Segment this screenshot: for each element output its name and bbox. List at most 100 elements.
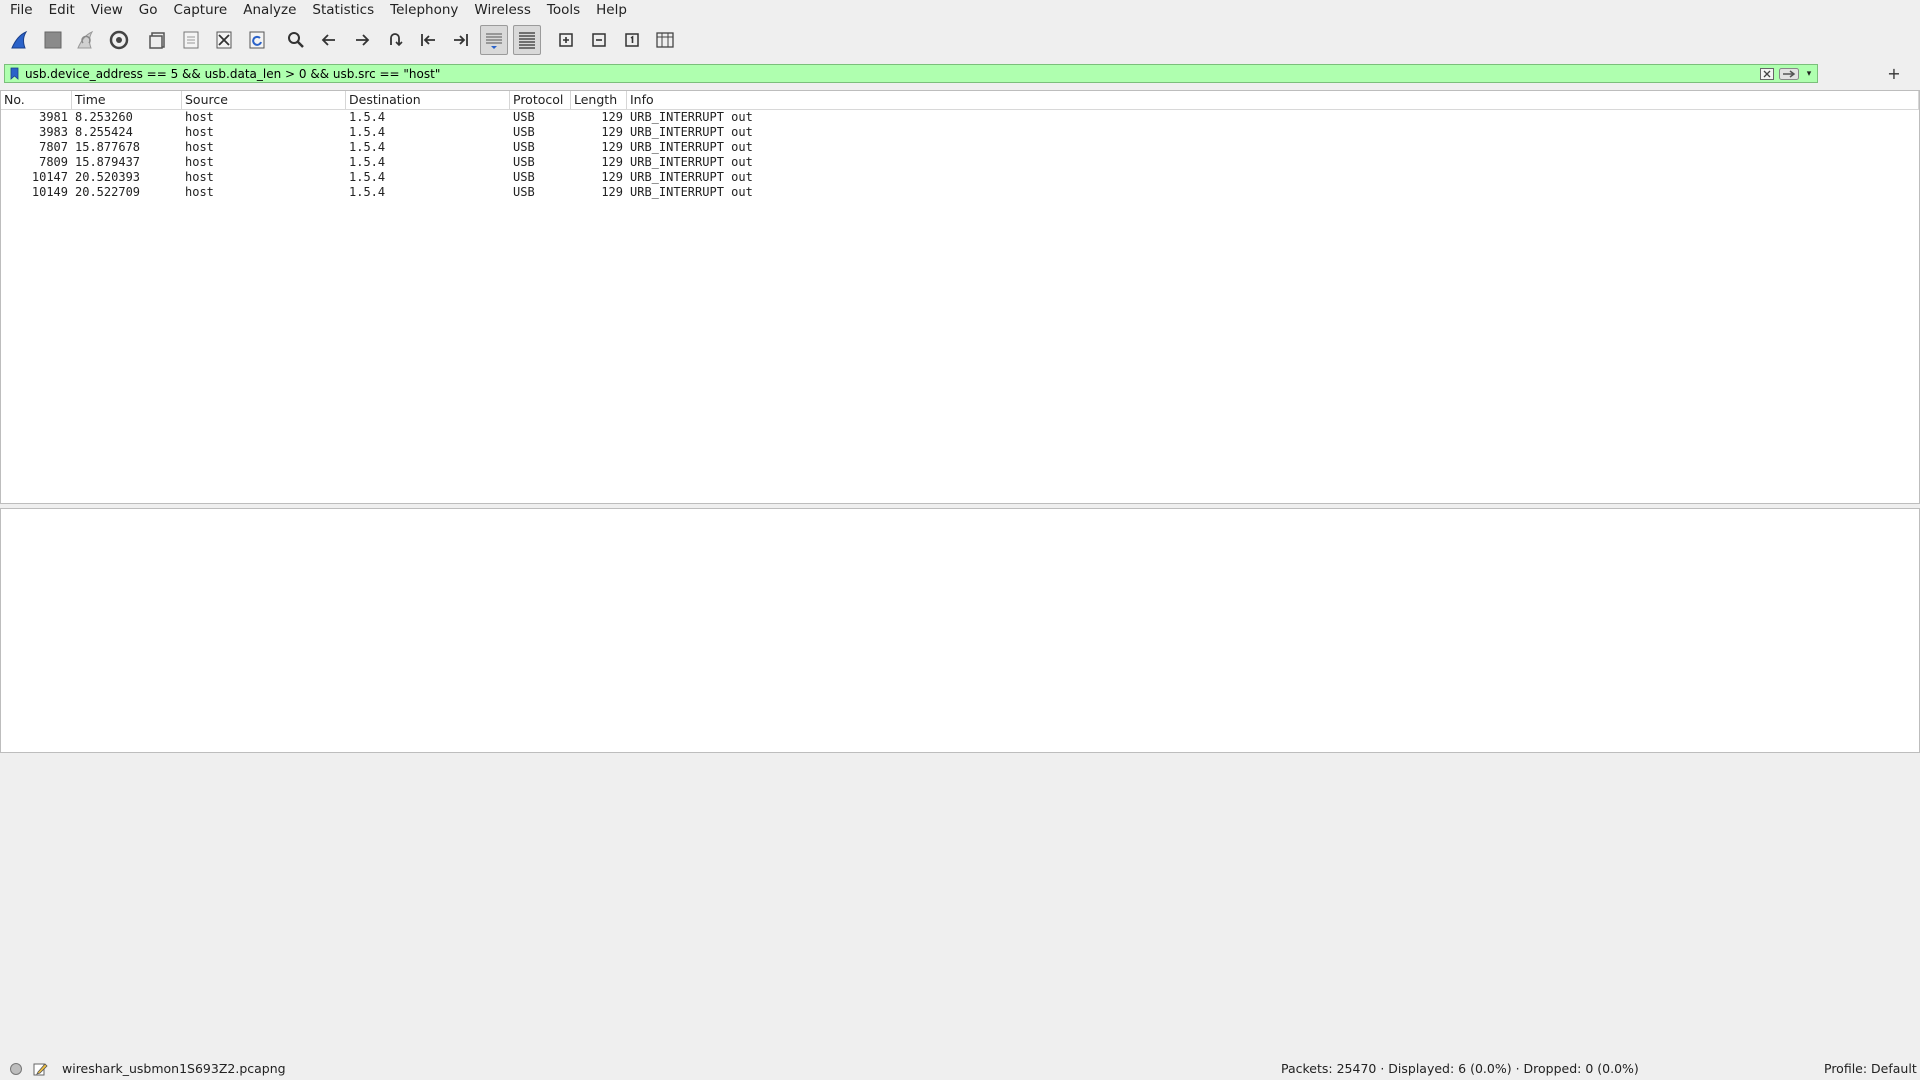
menu-file[interactable]: File bbox=[0, 0, 39, 20]
filter-history-dropdown[interactable]: ▾ bbox=[1803, 66, 1815, 82]
column-header-length[interactable]: Length bbox=[571, 91, 627, 109]
menu-wireless[interactable]: Wireless bbox=[464, 0, 537, 20]
packet-cell-dst: 1.5.4 bbox=[349, 185, 386, 199]
packet-cell-proto: USB bbox=[513, 170, 535, 184]
packet-cell-len: 129 bbox=[601, 110, 623, 124]
arrow-right-icon bbox=[1779, 67, 1799, 80]
stop-capture-button[interactable] bbox=[39, 25, 67, 55]
normal-size-icon bbox=[625, 33, 639, 47]
stop-square-icon bbox=[44, 31, 62, 49]
display-filter-input[interactable] bbox=[21, 65, 1759, 82]
menu-bar: File Edit View Go Capture Analyze Statis… bbox=[0, 0, 1920, 20]
packet-row[interactable]: 7809 15.879437 host 1.5.4 USB 129 URB_INTERRUP… bbox=[1, 155, 1919, 170]
packet-cell-info: URB_INTERRUPT out bbox=[630, 185, 753, 199]
menu-edit[interactable]: Edit bbox=[39, 0, 81, 20]
go-to-packet-button[interactable] bbox=[381, 25, 409, 55]
packet-cell-time: 8.255424 bbox=[75, 125, 133, 139]
profile-selector[interactable]: Profile: Default bbox=[1824, 1061, 1917, 1076]
packet-row[interactable]: 10149 20.522709 host 1.5.4 USB 129 URB_INTERRU… bbox=[1, 185, 1919, 200]
gear-options-icon bbox=[109, 30, 129, 50]
packet-cell-no: 10147 bbox=[31, 170, 68, 184]
packet-cell-no: 10149 bbox=[31, 185, 68, 199]
menu-telephony[interactable]: Telephony bbox=[380, 0, 464, 20]
packet-cell-info: URB_INTERRUPT out bbox=[630, 140, 753, 154]
column-header-protocol[interactable]: Protocol bbox=[510, 91, 571, 109]
start-capture-button[interactable] bbox=[6, 25, 34, 55]
autoscroll-icon bbox=[486, 33, 502, 49]
save-file-button[interactable] bbox=[177, 25, 205, 55]
zoom-out-button[interactable] bbox=[585, 25, 613, 55]
apply-filter-button[interactable] bbox=[1779, 67, 1799, 81]
open-file-button[interactable] bbox=[144, 25, 172, 55]
close-file-button[interactable] bbox=[210, 25, 238, 55]
packet-cell-no: 3981 bbox=[39, 110, 68, 124]
clear-filter-button[interactable] bbox=[1759, 66, 1775, 82]
menu-help[interactable]: Help bbox=[586, 0, 633, 20]
packet-row[interactable]: 10147 20.520393 host 1.5.4 USB 129 URB_INTERRU… bbox=[1, 170, 1919, 185]
packet-cell-info: URB_INTERRUPT out bbox=[630, 110, 753, 124]
packet-cell-src: host bbox=[185, 185, 214, 199]
packet-details-pane[interactable] bbox=[0, 508, 1920, 753]
normal-size-button[interactable] bbox=[618, 25, 646, 55]
capture-file-name: wireshark_usbmon1S693Z2.pcapng bbox=[62, 1061, 286, 1076]
column-header-source[interactable]: Source bbox=[182, 91, 346, 109]
restart-capture-button[interactable] bbox=[72, 25, 100, 55]
packet-cell-len: 129 bbox=[601, 170, 623, 184]
arrow-right-icon bbox=[356, 34, 370, 46]
autoscroll-button[interactable] bbox=[480, 25, 508, 55]
packet-cell-time: 15.879437 bbox=[75, 155, 141, 169]
add-filter-button[interactable]: + bbox=[1884, 64, 1904, 83]
resize-columns-button[interactable] bbox=[651, 25, 679, 55]
menu-view[interactable]: View bbox=[81, 0, 129, 20]
packet-cell-dst: 1.5.4 bbox=[349, 155, 386, 169]
reload-file-button[interactable] bbox=[243, 25, 271, 55]
menu-analyze[interactable]: Analyze bbox=[233, 0, 302, 20]
packet-cell-time: 8.253260 bbox=[75, 110, 133, 124]
go-to-packet-icon bbox=[390, 33, 403, 47]
clear-icon bbox=[1760, 67, 1774, 80]
capture-options-button[interactable] bbox=[105, 25, 133, 55]
capture-status-indicator[interactable] bbox=[10, 1063, 22, 1075]
column-header-time[interactable]: Time bbox=[72, 91, 182, 109]
go-back-button[interactable] bbox=[315, 25, 343, 55]
column-header-info[interactable]: Info bbox=[627, 91, 1919, 109]
packet-cell-src: host bbox=[185, 155, 214, 169]
packet-cell-proto: USB bbox=[513, 140, 535, 154]
column-header-no[interactable]: No. bbox=[1, 91, 72, 109]
packet-cell-info: URB_INTERRUPT out bbox=[630, 170, 753, 184]
colorize-icon bbox=[519, 32, 535, 49]
packet-cell-src: host bbox=[185, 125, 214, 139]
colorize-button[interactable] bbox=[513, 25, 541, 55]
find-packet-button[interactable] bbox=[282, 25, 310, 55]
packet-cell-dst: 1.5.4 bbox=[349, 110, 386, 124]
last-packet-button[interactable] bbox=[447, 25, 475, 55]
packet-cell-len: 129 bbox=[601, 155, 623, 169]
main-toolbar bbox=[0, 22, 1920, 58]
go-forward-button[interactable] bbox=[348, 25, 376, 55]
column-header-destination[interactable]: Destination bbox=[346, 91, 510, 109]
packet-row[interactable]: 3983 8.255424 host 1.5.4 USB 129 URB_INTERRUPT… bbox=[1, 125, 1919, 140]
packet-cell-time: 20.520393 bbox=[75, 170, 141, 184]
capture-comment-button[interactable] bbox=[32, 1061, 48, 1077]
packet-cell-len: 129 bbox=[601, 140, 623, 154]
reload-icon bbox=[249, 31, 265, 49]
search-icon bbox=[288, 32, 304, 48]
packet-list[interactable]: No. Time Source Destination Protocol Len… bbox=[0, 90, 1920, 504]
packet-cell-src: host bbox=[185, 140, 214, 154]
first-packet-icon bbox=[421, 34, 435, 46]
packet-row[interactable]: 3981 8.253260 host 1.5.4 USB 129 URB_INTERRUPT… bbox=[1, 110, 1919, 125]
menu-tools[interactable]: Tools bbox=[537, 0, 586, 20]
menu-go[interactable]: Go bbox=[129, 0, 164, 20]
menu-statistics[interactable]: Statistics bbox=[302, 0, 380, 20]
packet-cell-proto: USB bbox=[513, 125, 535, 139]
packet-cell-dst: 1.5.4 bbox=[349, 170, 386, 184]
packet-cell-src: host bbox=[185, 110, 214, 124]
zoom-in-button[interactable] bbox=[552, 25, 580, 55]
packet-row[interactable]: 7807 15.877678 host 1.5.4 USB 129 URB_INTERRUP… bbox=[1, 140, 1919, 155]
filter-bookmark-button[interactable] bbox=[7, 65, 21, 82]
packet-cell-no: 3983 bbox=[39, 125, 68, 139]
menu-capture[interactable]: Capture bbox=[164, 0, 234, 20]
first-packet-button[interactable] bbox=[414, 25, 442, 55]
packet-cell-proto: USB bbox=[513, 185, 535, 199]
chevron-down-icon: ▾ bbox=[1806, 68, 1812, 79]
